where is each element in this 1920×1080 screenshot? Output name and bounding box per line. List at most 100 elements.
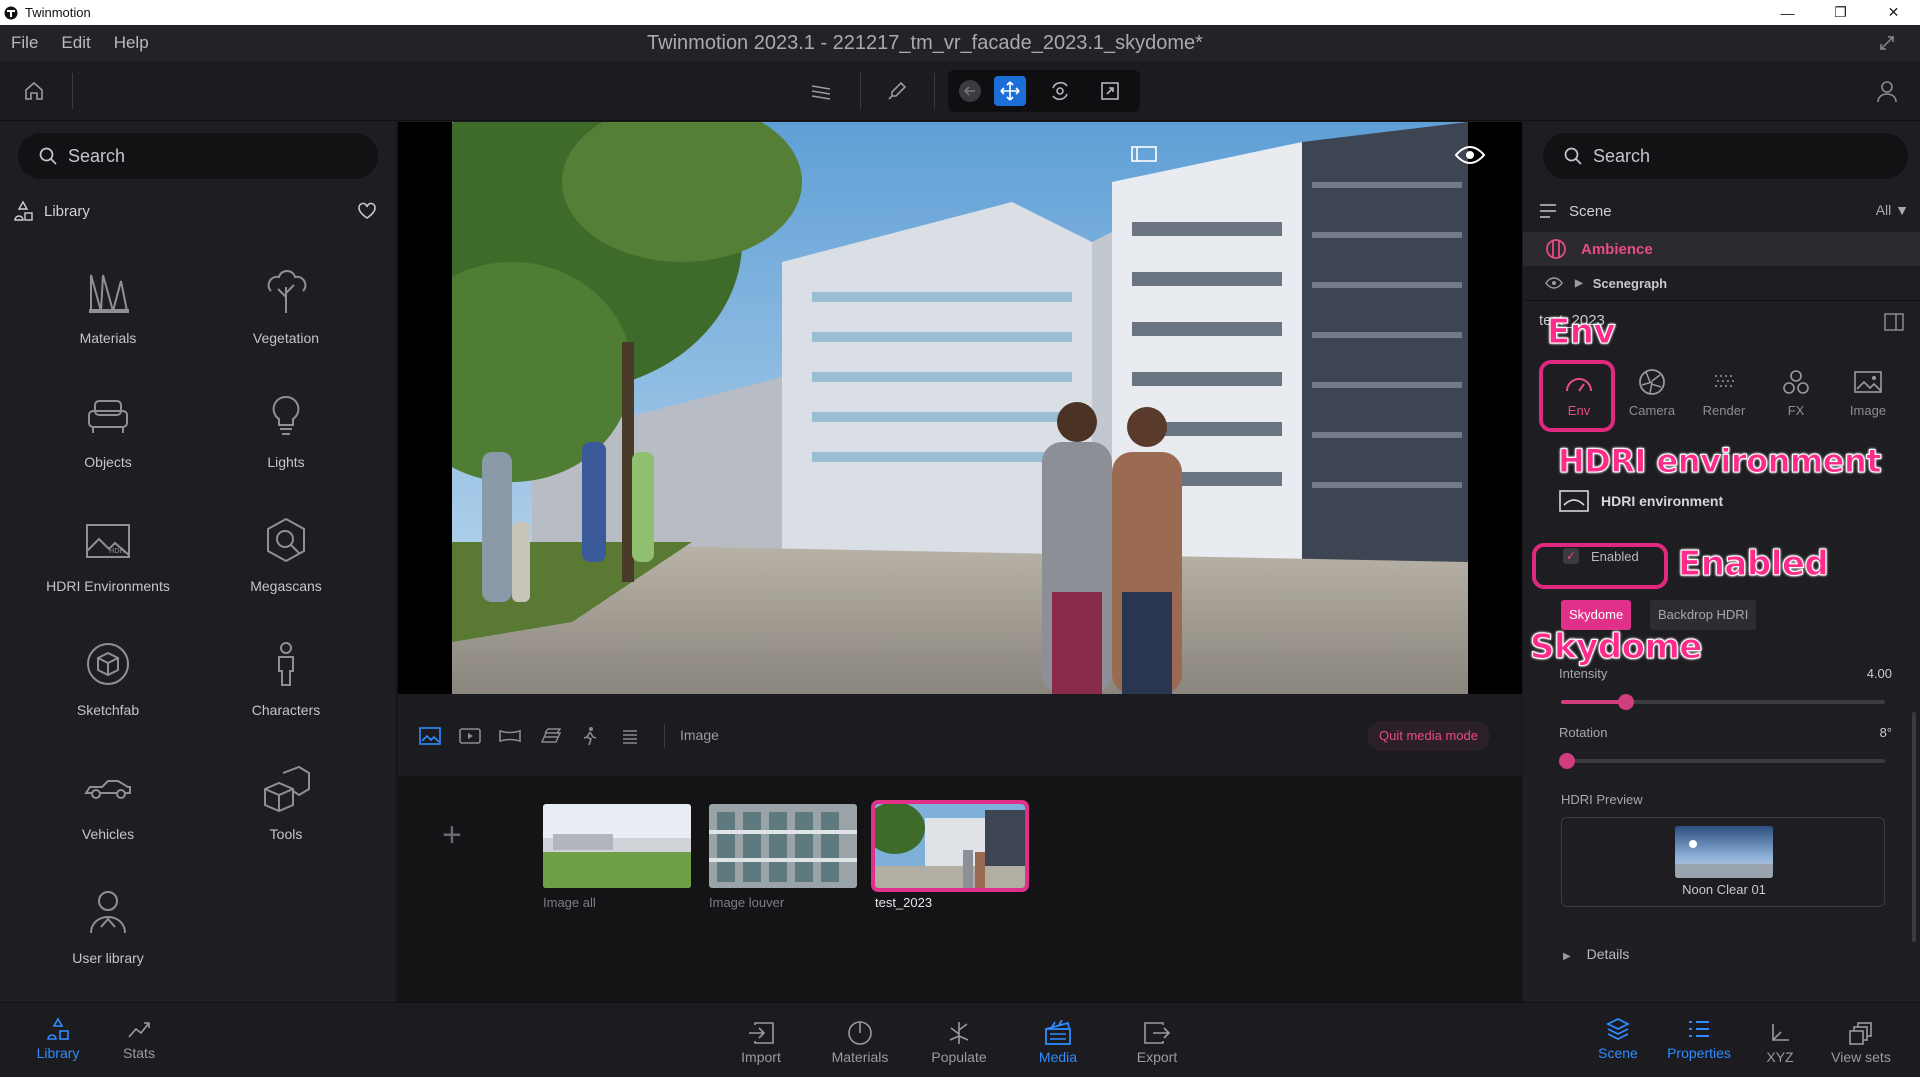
scene-search-input[interactable]: Search: [1543, 133, 1908, 179]
scale-icon[interactable]: [1094, 76, 1126, 106]
eye-icon[interactable]: [1545, 277, 1563, 289]
library-item-materials[interactable]: Materials: [33, 262, 183, 362]
library-item-sketchfab[interactable]: Sketchfab: [33, 634, 183, 734]
details-label: Details: [1586, 946, 1630, 962]
3d-viewport[interactable]: [398, 122, 1522, 694]
library-item-vehicles[interactable]: Vehicles: [33, 758, 183, 858]
main-toolbar: [0, 61, 1920, 121]
favorites-heart-icon[interactable]: [357, 202, 377, 224]
tab-camera[interactable]: Camera: [1617, 364, 1687, 418]
vegetation-icon: [256, 262, 316, 322]
bottom-tab-media[interactable]: Media: [1013, 1019, 1103, 1065]
skydome-toggle-button[interactable]: Skydome: [1561, 600, 1632, 630]
add-media-plus-icon[interactable]: +: [442, 816, 462, 855]
library-item-label: Vegetation: [252, 330, 320, 346]
eyedropper-icon[interactable]: [882, 76, 912, 106]
bottom-tab-label: View sets: [1831, 1049, 1891, 1065]
phasing-media-icon[interactable]: [538, 724, 562, 748]
properties-scrollbar[interactable]: [1912, 712, 1916, 942]
intensity-slider[interactable]: [1561, 694, 1885, 710]
library-item-tools[interactable]: Tools: [211, 758, 361, 858]
tab-fx[interactable]: FX: [1761, 364, 1831, 418]
scene-filter-dropdown[interactable]: All ▼: [1876, 202, 1909, 218]
restore-button[interactable]: ❐: [1814, 0, 1867, 25]
scene-label: Scene: [1569, 202, 1612, 220]
hamburger-menu-icon[interactable]: [1539, 203, 1557, 219]
hdri-preview-box[interactable]: Noon Clear 01: [1561, 817, 1885, 907]
backdrop-hdri-toggle-button[interactable]: Backdrop HDRI: [1650, 600, 1757, 630]
library-item-megascans[interactable]: Megascans: [211, 510, 361, 610]
panorama-media-icon[interactable]: [498, 724, 522, 748]
annotation-hdri-environment: HDRI environment: [1557, 442, 1882, 481]
library-item-user-library[interactable]: User library: [33, 882, 183, 982]
library-item-hdri-environments[interactable]: HDR HDRI Environments: [33, 510, 183, 610]
bottom-tab-scene[interactable]: Scene: [1573, 1015, 1663, 1061]
quit-media-mode-button[interactable]: Quit media mode: [1367, 721, 1490, 751]
home-icon[interactable]: [22, 79, 46, 103]
bottom-tab-xyz[interactable]: XYZ: [1735, 1019, 1825, 1065]
bottom-tab-library[interactable]: Library: [13, 1015, 103, 1061]
media-thumbnail[interactable]: Image louver: [709, 804, 857, 910]
tab-image[interactable]: Image: [1833, 364, 1903, 418]
rotation-slider[interactable]: [1559, 753, 1885, 769]
bottom-tab-materials[interactable]: Materials: [815, 1019, 905, 1065]
bottom-tab-export[interactable]: Export: [1112, 1019, 1202, 1065]
rotation-label: Rotation: [1559, 725, 1608, 740]
library-item-vegetation[interactable]: Vegetation: [211, 262, 361, 362]
eye-visibility-icon[interactable]: [1454, 144, 1488, 168]
layers-icon[interactable]: [806, 76, 836, 106]
minimize-button[interactable]: —: [1761, 0, 1814, 25]
library-panel: Search Library Materials Vegetation Obje…: [0, 122, 397, 1002]
annotation-enabled: Enabled: [1677, 544, 1829, 585]
expand-caret-icon[interactable]: ▶: [1575, 278, 1583, 289]
bottom-tab-properties[interactable]: Properties: [1654, 1015, 1744, 1061]
library-item-lights[interactable]: Lights: [211, 386, 361, 486]
library-item-label: Characters: [251, 702, 321, 718]
toolbar-divider: [860, 73, 861, 109]
thumbnail-label: test_2023: [875, 895, 933, 910]
close-button[interactable]: ✕: [1867, 0, 1920, 25]
image-media-icon[interactable]: [418, 724, 442, 748]
fullscreen-icon[interactable]: [1878, 34, 1896, 52]
view-sets-icon: [1816, 1019, 1906, 1047]
hdri-environment-section[interactable]: HDRI environment: [1559, 490, 1723, 512]
bottom-tab-populate[interactable]: Populate: [914, 1019, 1004, 1065]
window-controls: — ❐ ✕: [1761, 0, 1920, 25]
video-media-icon[interactable]: [458, 724, 482, 748]
tab-label: Camera: [1628, 403, 1676, 418]
presentation-walker-icon[interactable]: [578, 724, 602, 748]
library-item-characters[interactable]: Characters: [211, 634, 361, 734]
export-icon: [1112, 1019, 1202, 1047]
thumbnail-label: Image all: [543, 895, 596, 910]
details-expander[interactable]: ▶ Details: [1563, 946, 1629, 962]
library-search-input[interactable]: Search: [18, 133, 378, 179]
bottom-tab-stats[interactable]: Stats: [94, 1015, 184, 1061]
library-icon: [14, 200, 33, 221]
move-icon[interactable]: [994, 76, 1026, 106]
panel-toggle-icon[interactable]: [1884, 312, 1904, 337]
library-icon: [13, 1015, 103, 1043]
xyz-axes-icon: [1735, 1019, 1825, 1047]
tab-render[interactable]: Render: [1689, 364, 1759, 418]
batch-list-icon[interactable]: [618, 724, 642, 748]
aspect-ratio-icon[interactable]: [1130, 144, 1164, 168]
scene-filter-value: All: [1875, 202, 1892, 218]
toolbar-divider: [934, 73, 935, 109]
media-thumbnails-strip: + Image all Image louver test_2023: [398, 776, 1522, 1002]
media-thumbnail-selected[interactable]: test_2023: [871, 800, 1029, 910]
media-thumbnail[interactable]: Image all: [543, 804, 691, 910]
rendered-scene-image[interactable]: [452, 122, 1468, 694]
import-icon: [716, 1019, 806, 1047]
ambience-row[interactable]: Ambience: [1523, 232, 1920, 266]
rotation-slider-handle[interactable]: [1559, 753, 1576, 769]
rotate-icon[interactable]: [1044, 76, 1076, 106]
library-item-objects[interactable]: Objects: [33, 386, 183, 486]
user-account-icon[interactable]: [1874, 78, 1900, 104]
scenegraph-row[interactable]: ▶ Scenegraph: [1523, 268, 1920, 298]
intensity-value: 4.00: [1866, 666, 1892, 681]
back-arrow-icon[interactable]: [954, 76, 986, 106]
intensity-slider-handle[interactable]: [1617, 694, 1634, 710]
bottom-tab-view-sets[interactable]: View sets: [1816, 1019, 1906, 1065]
bottom-tab-import[interactable]: Import: [716, 1019, 806, 1065]
library-item-label: Materials: [79, 330, 137, 346]
